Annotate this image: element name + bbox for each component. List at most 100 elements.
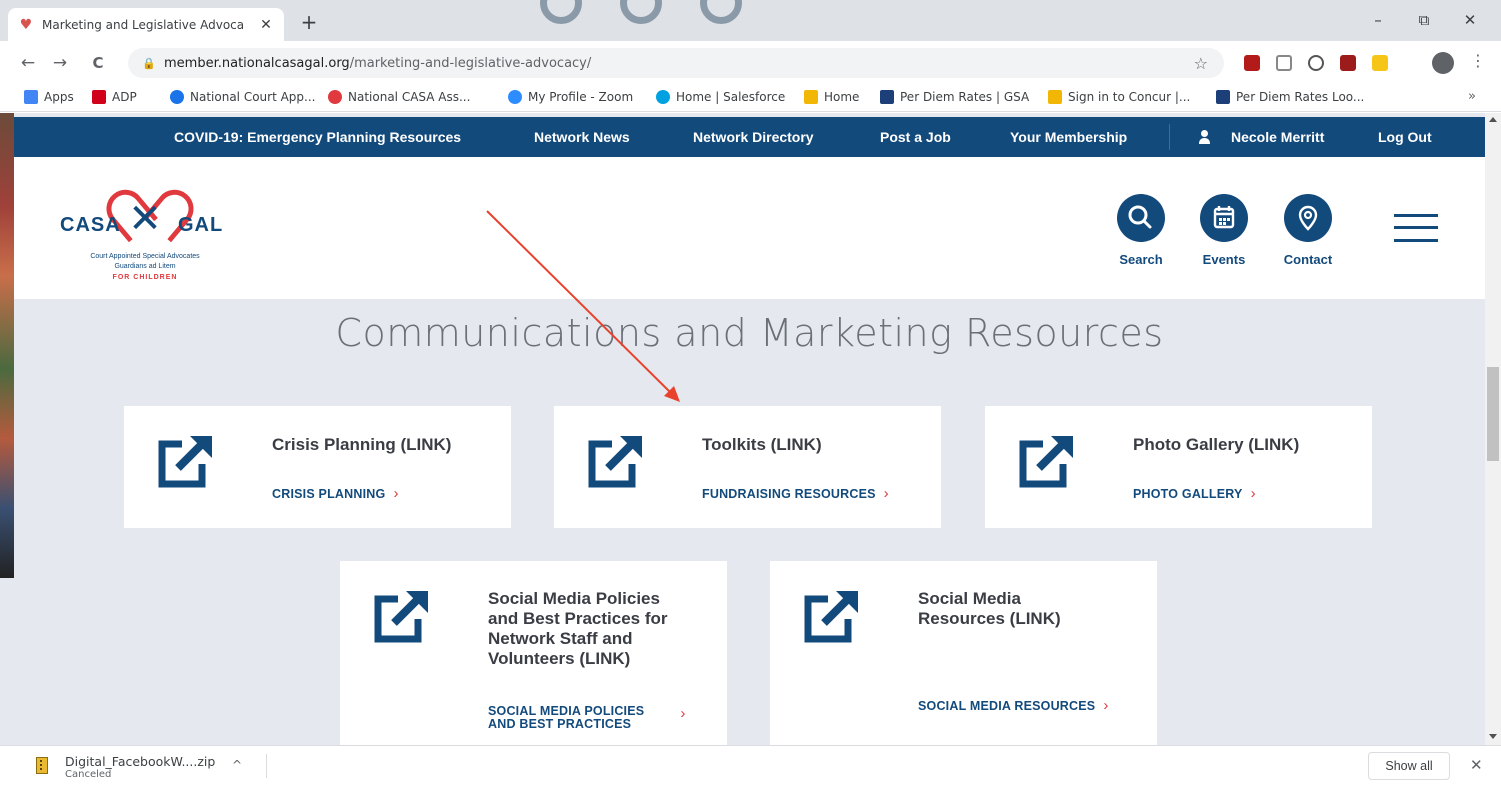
url-path: /marketing-and-legislative-advocacy/ (349, 55, 592, 71)
nav-network-directory[interactable]: Network Directory (693, 129, 814, 145)
events-label: Events (1202, 252, 1246, 267)
back-button[interactable]: ← (16, 51, 40, 75)
bookmark-zoom[interactable]: My Profile - Zoom (508, 90, 633, 104)
card-link-photo-gallery[interactable]: PHOTO GALLERY › (1133, 485, 1256, 502)
salesforce-icon (656, 90, 670, 104)
hamburger-menu-icon[interactable] (1394, 214, 1438, 242)
page-viewport: COVID-19: Emergency Planning Resources N… (0, 113, 1485, 745)
chevron-right-icon: › (883, 485, 889, 502)
resource-card-toolkits[interactable]: Toolkits (LINK) FUNDRAISING RESOURCES › (554, 406, 941, 528)
card-link-label: FUNDRAISING RESOURCES (702, 487, 876, 501)
browser-menu-icon[interactable]: ⋮ (1470, 51, 1486, 70)
logo-subtitle-1: Court Appointed Special Advocates (90, 253, 200, 260)
resource-card-crisis-planning[interactable]: Crisis Planning (LINK) CRISIS PLANNING › (124, 406, 511, 528)
lock-icon: 🔒 (142, 56, 156, 70)
browser-toolbar: ← → C 🔒 member.nationalcasagal.org/marke… (0, 41, 1501, 85)
close-download-bar-icon[interactable]: ✕ (1470, 756, 1483, 774)
bookmark-national-court-app[interactable]: National Court App... (170, 90, 315, 104)
scroll-up-icon[interactable] (1489, 117, 1497, 122)
bookmark-label: Sign in to Concur |... (1068, 90, 1191, 104)
browser-tab[interactable]: ♥ Marketing and Legislative Advoca ✕ (8, 8, 284, 41)
download-status: Canceled (65, 769, 112, 780)
bookmark-salesforce[interactable]: Home | Salesforce (656, 90, 785, 104)
card-title-line: Volunteers (LINK) (488, 649, 631, 668)
gsa-icon (880, 90, 894, 104)
download-bar: Digital_FacebookW....zip Canceled ^ Show… (0, 745, 1501, 785)
notes-extension-icon[interactable] (1372, 55, 1388, 71)
bookmarks-overflow-button[interactable]: » (1468, 89, 1476, 104)
ytf-extension-icon[interactable] (1340, 55, 1356, 71)
child-figure-icon: ✕ (128, 196, 162, 242)
bookmark-label: Apps (44, 90, 74, 104)
reload-button[interactable]: C (86, 51, 110, 75)
nav-covid-link[interactable]: COVID-19: Emergency Planning Resources (174, 129, 461, 145)
user-icon (1199, 130, 1210, 144)
resource-card-social-media-policies[interactable]: Social Media Policies and Best Practices… (340, 561, 727, 745)
contact-label: Contact (1283, 252, 1333, 267)
card-link-fundraising-resources[interactable]: FUNDRAISING RESOURCES › (702, 485, 889, 502)
nav-post-job[interactable]: Post a Job (880, 129, 951, 145)
bookmark-label: ADP (112, 90, 137, 104)
tab-title: Marketing and Legislative Advoca (42, 17, 245, 32)
download-divider (266, 754, 267, 778)
profile-avatar-icon[interactable] (1432, 52, 1454, 74)
site-header: ✕ CASA GAL Court Appointed Special Advoc… (14, 157, 1485, 299)
download-filename: Digital_FacebookW....zip (65, 754, 216, 769)
chevron-right-icon: › (393, 485, 399, 502)
bookmark-apps[interactable]: Apps (24, 90, 74, 104)
bookmark-label: Home | Salesforce (676, 90, 786, 104)
chevron-up-icon[interactable]: ^ (232, 758, 242, 772)
minimize-button[interactable]: – (1355, 6, 1401, 34)
resource-card-photo-gallery[interactable]: Photo Gallery (LINK) PHOTO GALLERY › (985, 406, 1372, 528)
url-host: member.nationalcasagal.org (164, 55, 350, 71)
zip-file-icon (36, 757, 48, 774)
new-tab-button[interactable]: + (296, 10, 322, 36)
casa-icon (328, 90, 342, 104)
events-button[interactable]: Events (1194, 194, 1254, 267)
bookmark-home[interactable]: Home (804, 90, 859, 104)
scrollbar-thumb[interactable] (1487, 367, 1499, 461)
card-link-social-media-resources[interactable]: SOCIAL MEDIA RESOURCES › (918, 698, 1109, 713)
close-window-button[interactable]: ✕ (1447, 6, 1493, 34)
bookmarks-bar: Apps ADP National Court App... National … (0, 85, 1501, 112)
forward-button[interactable]: → (48, 51, 72, 75)
download-item[interactable]: Digital_FacebookW....zip Canceled ^ (30, 752, 266, 780)
card-link-label: SOCIAL MEDIA RESOURCES (918, 699, 1096, 713)
apps-grid-icon (24, 90, 38, 104)
nav-network-news[interactable]: Network News (534, 129, 630, 145)
background-photo (0, 113, 14, 578)
show-all-button[interactable]: Show all (1368, 752, 1450, 780)
bookmark-star-icon[interactable]: ☆ (1194, 54, 1208, 73)
resource-card-social-media-resources[interactable]: Social Media Resources (LINK) SOCIAL MED… (770, 561, 1157, 745)
bookmark-per-diem-gsa[interactable]: Per Diem Rates | GSA (880, 90, 1029, 104)
bookmark-per-diem-lookup[interactable]: Per Diem Rates Loo... (1216, 90, 1364, 104)
search-button[interactable]: Search (1111, 194, 1171, 267)
acrobat-extension-icon[interactable] (1244, 55, 1260, 71)
nav-divider (1169, 124, 1170, 150)
casa-gal-logo[interactable]: ✕ CASA GAL Court Appointed Special Advoc… (50, 169, 240, 289)
page-scrollbar[interactable] (1485, 113, 1501, 745)
chevron-right-icon: › (1250, 485, 1256, 502)
bookmark-concur[interactable]: Sign in to Concur |... (1048, 90, 1190, 104)
scroll-down-icon[interactable] (1489, 734, 1497, 739)
card-title: Social Media Policies and Best Practices… (488, 589, 668, 669)
card-link-crisis-planning[interactable]: CRISIS PLANNING › (272, 485, 399, 502)
bookmark-label: My Profile - Zoom (528, 90, 634, 104)
restore-button[interactable]: ⧉ (1401, 6, 1447, 34)
nav-your-membership[interactable]: Your Membership (1010, 129, 1127, 145)
bookmark-national-casa[interactable]: National CASA Ass... (328, 90, 470, 104)
tab-close-icon[interactable]: ✕ (258, 17, 274, 33)
cast-extension-icon[interactable] (1276, 55, 1292, 71)
nav-user-name[interactable]: Necole Merritt (1231, 129, 1324, 145)
card-title: Social Media Resources (LINK) (918, 589, 1061, 629)
address-bar[interactable]: 🔒 member.nationalcasagal.org/marketing-a… (128, 48, 1224, 78)
bookmark-adp[interactable]: ADP (92, 90, 137, 104)
circle-extension-icon[interactable] (1308, 55, 1324, 71)
card-link-social-media-policies[interactable]: SOCIAL MEDIA POLICIES AND BEST PRACTICES … (488, 705, 686, 731)
bookmark-label: Per Diem Rates Loo... (1236, 90, 1365, 104)
adp-icon (92, 90, 106, 104)
card-title: Photo Gallery (LINK) (1133, 435, 1300, 454)
nav-log-out[interactable]: Log Out (1378, 129, 1432, 145)
external-link-icon (804, 591, 858, 643)
contact-button[interactable]: Contact (1278, 194, 1338, 267)
